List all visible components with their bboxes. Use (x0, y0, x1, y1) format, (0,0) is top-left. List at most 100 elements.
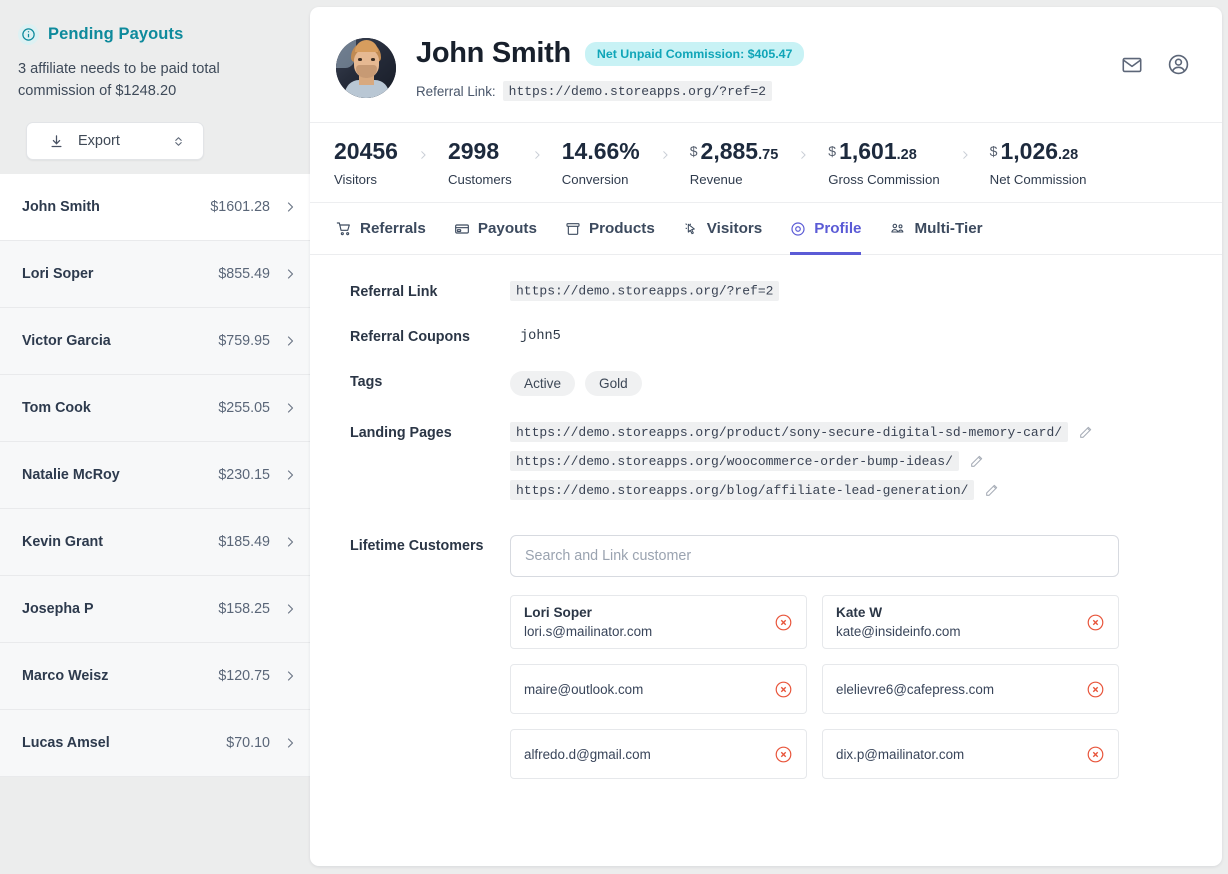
stat-decimal: .28 (896, 147, 917, 163)
profile-name-row: John Smith Net Unpaid Commission: $405.4… (416, 37, 805, 70)
field-value: https://demo.storeapps.org/?ref=2 (510, 280, 1196, 301)
tab-label: Products (588, 220, 655, 237)
field-label: Referral Link (350, 284, 438, 300)
linked-customer-card: elelievre6@cafepress.com (822, 664, 1119, 714)
chevron-right-icon[interactable] (284, 735, 296, 751)
box-icon (565, 221, 581, 237)
remove-circle-icon[interactable] (774, 680, 793, 699)
affiliate-list-item[interactable]: Marco Weisz $120.75 (0, 643, 310, 711)
stat-separator-icon (778, 138, 828, 172)
affiliate-list-item[interactable]: Natalie McRoy $230.15 (0, 442, 310, 510)
affiliate-name: Marco Weisz (22, 668, 109, 685)
stat-label: Visitors (334, 172, 377, 188)
affiliate-list-item[interactable]: Kevin Grant $185.49 (0, 509, 310, 577)
customer-info: elelievre6@cafepress.com (836, 682, 994, 697)
stat-decimal: .28 (1058, 147, 1079, 163)
search-input[interactable] (525, 548, 1104, 564)
header-referral-link-label: Referral Link: (416, 83, 496, 99)
affiliate-detail-panel: John Smith Net Unpaid Commission: $405.4… (310, 7, 1222, 866)
affiliate-list-item[interactable]: Tom Cook $255.05 (0, 375, 310, 443)
stat-item: 20456 Visitors (334, 138, 398, 187)
stat-number: 14.66% (561, 138, 640, 164)
tab-multi-tier[interactable]: Multi-Tier (889, 203, 983, 255)
edit-pencil-icon[interactable] (984, 482, 1000, 498)
chevron-right-icon[interactable] (284, 467, 296, 483)
field-label: Lifetime Customers (350, 538, 484, 554)
field-label: Referral Coupons (350, 329, 470, 345)
search-customer-box[interactable] (510, 535, 1119, 577)
stat-label: Net Commission (989, 172, 1087, 188)
customer-info: Lori Soper lori.s@mailinator.com (524, 605, 652, 639)
remove-circle-icon[interactable] (1086, 613, 1105, 632)
affiliate-amount: $185.49 (218, 534, 270, 551)
affiliate-name: John Smith (22, 199, 100, 216)
affiliate-list-item[interactable]: Victor Garcia $759.95 (0, 308, 310, 376)
field-referral-link: Referral Link https://demo.storeapps.org… (350, 280, 1196, 301)
affiliate-amount: $230.15 (218, 467, 270, 484)
export-button[interactable]: Export (26, 122, 204, 161)
stat-label: Customers (447, 172, 512, 188)
stat-currency: $ (989, 143, 998, 159)
stat-number: 1,026 (1000, 138, 1059, 164)
edit-pencil-icon[interactable] (969, 453, 985, 469)
customer-email: elelievre6@cafepress.com (836, 681, 994, 697)
landing-page-list: https://demo.storeapps.org/product/sony-… (510, 422, 1196, 509)
cursor-icon (683, 221, 699, 237)
tab-payouts[interactable]: Payouts (454, 203, 537, 255)
affiliate-list-item[interactable]: Lori Soper $855.49 (0, 241, 310, 309)
edit-pencil-icon[interactable] (1078, 424, 1094, 440)
stat-label: Revenue (689, 172, 743, 188)
remove-circle-icon[interactable] (774, 745, 793, 764)
landing-page-url[interactable]: https://demo.storeapps.org/woocommerce-o… (510, 451, 959, 471)
customer-info: alfredo.d@gmail.com (524, 747, 651, 762)
tab-profile[interactable]: Profile (790, 203, 862, 255)
landing-page-url[interactable]: https://demo.storeapps.org/product/sony-… (510, 422, 1069, 442)
chevron-right-icon[interactable] (284, 601, 296, 617)
chevron-right-icon[interactable] (284, 333, 296, 349)
affiliate-list-item[interactable]: Josepha P $158.25 (0, 576, 310, 644)
affiliate-name: Lori Soper (22, 266, 94, 283)
tab-label: Multi-Tier (914, 220, 983, 237)
profile-fields: Referral Link https://demo.storeapps.org… (310, 255, 1222, 779)
chevron-right-icon[interactable] (284, 534, 296, 550)
chevron-right-icon[interactable] (284, 266, 296, 282)
affiliate-list-item[interactable]: Lucas Amsel $70.10 (0, 710, 310, 778)
landing-page-url[interactable]: https://demo.storeapps.org/blog/affiliat… (510, 480, 975, 500)
stat-separator-icon (398, 138, 448, 172)
chevron-right-icon[interactable] (284, 400, 296, 416)
affiliate-name: Natalie McRoy (22, 467, 120, 484)
affiliate-name: Tom Cook (22, 400, 91, 417)
remove-circle-icon[interactable] (1086, 680, 1105, 699)
chevron-right-icon[interactable] (284, 199, 296, 215)
customer-email: dix.p@mailinator.com (836, 746, 965, 762)
affiliate-name: Lucas Amsel (22, 735, 110, 752)
header-referral-link-value[interactable]: https://demo.storeapps.org/?ref=2 (502, 81, 773, 101)
customer-info: dix.p@mailinator.com (836, 747, 964, 762)
chevron-updown-icon[interactable] (172, 134, 185, 149)
stat-label: Gross Commission (828, 172, 940, 188)
customer-info: maire@outlook.com (524, 682, 643, 697)
chevron-right-icon[interactable] (284, 668, 296, 684)
customer-email: kate@insideinfo.com (836, 624, 961, 639)
profile-header: John Smith Net Unpaid Commission: $405.4… (310, 7, 1222, 122)
mail-icon[interactable] (1121, 54, 1143, 76)
stat-label: Conversion (561, 172, 629, 188)
affiliate-amount: $158.25 (218, 601, 270, 618)
linked-customer-card: dix.p@mailinator.com (822, 729, 1119, 779)
referral-link-value[interactable]: https://demo.storeapps.org/?ref=2 (510, 280, 780, 301)
user-circle-icon[interactable] (1167, 53, 1190, 76)
linked-customer-card: alfredo.d@gmail.com (510, 729, 807, 779)
export-button-label: Export (78, 133, 120, 150)
tab-visitors[interactable]: Visitors (683, 203, 762, 255)
remove-circle-icon[interactable] (1086, 745, 1105, 764)
tab-products[interactable]: Products (565, 203, 655, 255)
stat-separator-icon (640, 138, 690, 172)
tab-referrals[interactable]: Referrals (336, 203, 426, 255)
remove-circle-icon[interactable] (774, 613, 793, 632)
card-icon (454, 221, 470, 237)
affiliate-list-item[interactable]: John Smith $1601.28 (0, 174, 310, 242)
field-value: Active Gold (510, 371, 1196, 396)
field-tags: Tags Active Gold (350, 371, 1196, 396)
avatar (336, 38, 396, 98)
pending-payouts-subtitle: 3 affiliate needs to be paid total commi… (18, 61, 220, 100)
